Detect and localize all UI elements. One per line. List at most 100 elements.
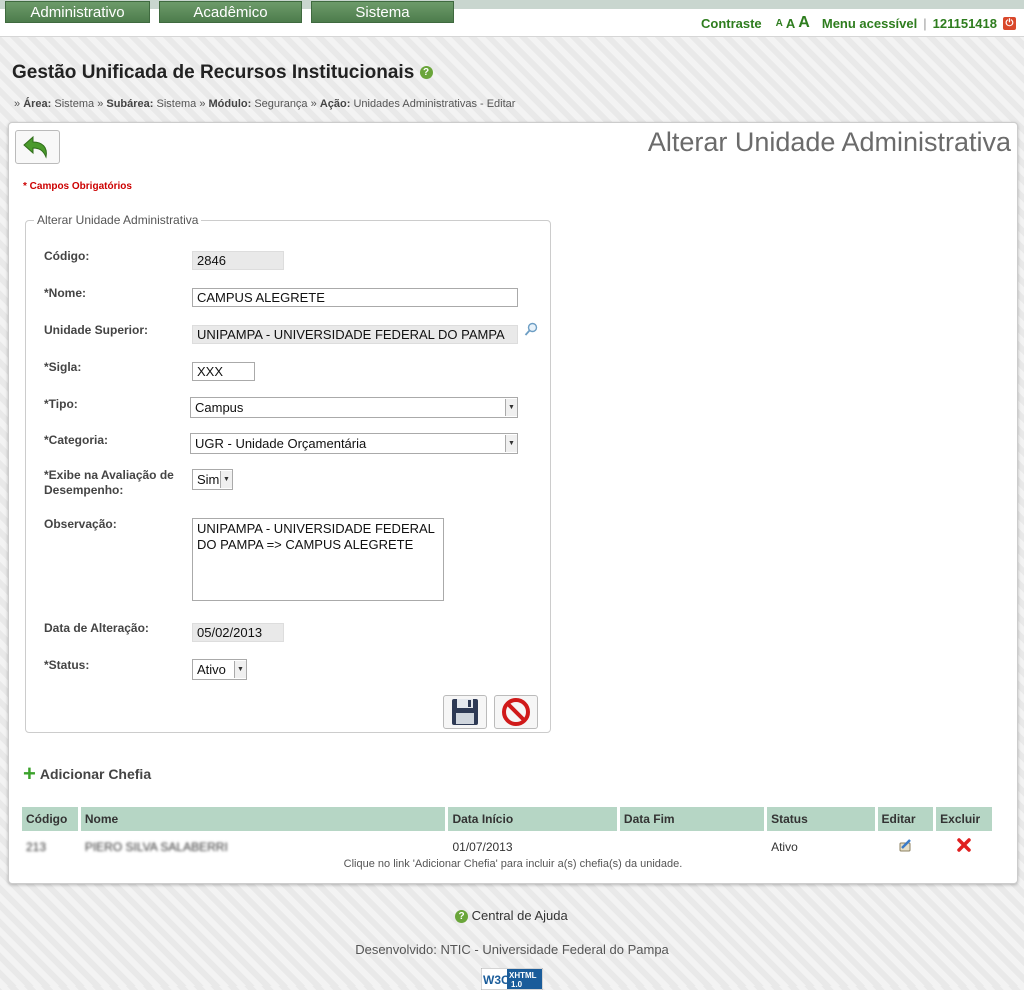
chevron-down-icon: ▼ [220,471,232,488]
col-editar: Editar [877,807,934,831]
w3c-xhtml-badge[interactable]: W3C XHTML 1.0 [481,968,543,990]
breadcrumb-area-label: Área: [23,98,52,110]
exibe-label-line2: Desempenho: [44,483,124,497]
breadcrumb: » Área: Sistema » Subárea: Sistema » Mód… [14,98,515,110]
tipo-label: *Tipo: [44,397,78,411]
col-data-inicio: Data Início [448,807,617,831]
codigo-field: 2846 [192,251,284,270]
badge-org: W3C [483,973,510,987]
chevron-down-icon: ▼ [505,399,517,416]
main-panel: Alterar Unidade Administrativa * Campos … [8,122,1018,884]
contrast-link[interactable]: Contraste [701,16,762,31]
chevron-down-icon: ▼ [234,661,246,678]
cell-data-inicio: 01/07/2013 [452,839,513,854]
breadcrumb-action: Unidades Administrativas - Editar [353,98,516,110]
save-disk-icon [452,699,478,725]
menu-tab-academico[interactable]: Acadêmico [159,1,302,23]
font-small-link[interactable]: A [776,18,783,29]
nome-label: *Nome: [44,286,87,300]
add-chefia-label: Adicionar Chefia [39,766,152,782]
cell-excluir [936,831,992,858]
developer-credit: Desenvolvido: NTIC - Universidade Federa… [355,942,669,957]
font-medium-link[interactable]: A [786,16,795,31]
col-nome: Nome [80,807,446,831]
cell-status: Ativo [771,839,798,854]
edit-unit-form: Alterar Unidade Administrativa Código: 2… [25,213,551,733]
unidade-superior-label: Unidade Superior: [44,323,149,337]
required-fields-note: * Campos Obrigatórios [23,181,132,192]
cancel-icon [502,698,530,726]
observacao-label: Observação: [44,517,117,531]
exibe-select[interactable]: Sim ▼ [192,469,233,490]
search-icon[interactable] [524,322,538,338]
breadcrumb-area: Sistema [54,98,95,110]
categoria-label: *Categoria: [44,433,109,447]
back-arrow-icon [23,135,47,159]
app-title: Gestão Unificada de Recursos Institucion… [12,62,433,84]
menu-tab-administrativo[interactable]: Administrativo [5,1,150,23]
top-bar: Administrativo Acadêmico Sistema Contras… [0,0,1024,37]
font-large-link[interactable]: A [798,14,810,32]
data-alteracao-field: 05/02/2013 [192,623,284,642]
exibe-label: *Exibe na Avaliação de Desempenho: [44,468,174,498]
tipo-select[interactable]: Campus ▼ [190,397,518,418]
categoria-select[interactable]: UGR - Unidade Orçamentária ▼ [190,433,518,454]
accessible-menu-link[interactable]: Menu acessível [822,16,917,31]
observacao-textarea[interactable]: UNIPAMPA - UNIVERSIDADE FEDERAL DO PAMPA… [192,518,444,601]
col-codigo: Código [22,807,78,831]
app-title-text: Gestão Unificada de Recursos Institucion… [12,62,415,83]
help-icon: ? [455,910,468,924]
exibe-label-line1: *Exibe na Avaliação de [44,468,174,482]
data-alteracao-label: Data de Alteração: [44,621,149,635]
col-excluir: Excluir [936,807,992,831]
save-button[interactable] [443,695,487,729]
plus-icon: + [23,761,36,786]
breadcrumb-subarea-label: Subárea: [106,98,154,110]
edit-icon[interactable] [897,837,913,853]
form-legend: Alterar Unidade Administrativa [37,213,199,227]
add-chefia-link[interactable]: + Adicionar Chefia [23,761,152,786]
breadcrumb-module: Segurança [254,98,308,110]
cell-editar [878,831,934,858]
chevron-down-icon: ▼ [505,435,517,452]
breadcrumb-sep: » [97,98,104,110]
status-label: *Status: [44,658,90,672]
breadcrumb-sep: » [199,98,206,110]
tipo-value: Campus [195,399,244,415]
categoria-value: UGR - Unidade Orçamentária [195,435,367,451]
table-row: 213 PIERO SILVA SALABERRI 01/07/2013 Ati… [22,831,992,858]
unidade-superior-field: UNIPAMPA - UNIVERSIDADE FEDERAL DO PAMPA [192,325,518,344]
cancel-button[interactable] [494,695,538,729]
breadcrumb-prefix: » [14,98,21,110]
cell-data-fim [620,831,764,858]
status-value: Ativo [197,661,226,677]
cell-nome: PIERO SILVA SALABERRI [84,839,228,854]
chefia-note: Clique no link 'Adicionar Chefia' para i… [343,858,683,870]
breadcrumb-action-label: Ação: [319,98,351,110]
delete-icon[interactable] [956,837,972,853]
table-header-row: Código Nome Data Início Data Fim Status … [22,807,992,831]
sigla-label: *Sigla: [44,360,82,374]
breadcrumb-module-label: Módulo: [208,98,252,110]
exibe-value: Sim [197,471,220,487]
help-center-label: Central de Ajuda [471,908,568,923]
status-select[interactable]: Ativo ▼ [192,659,247,680]
menu-tab-sistema[interactable]: Sistema [311,1,454,23]
col-data-fim: Data Fim [619,807,765,831]
col-status: Status [767,807,875,831]
cell-codigo: 213 [26,839,47,854]
codigo-label: Código: [44,249,90,263]
badge-version: 1.0 [511,980,523,989]
breadcrumb-subarea: Sistema [156,98,197,110]
sigla-input[interactable]: XXX [192,362,255,381]
badge-label: XHTML [509,971,537,980]
help-icon[interactable]: ? [419,66,433,80]
chefia-table: Código Nome Data Início Data Fim Status … [19,807,995,858]
help-center-link[interactable]: ? Central de Ajuda [455,908,568,924]
accessibility-bar: Contraste A A A Menu acessível | 1211514… [701,13,1016,33]
user-id: 121151418 [932,15,997,31]
power-icon[interactable]: ⏻ [1003,16,1016,30]
nome-input[interactable]: CAMPUS ALEGRETE [192,288,518,307]
page-heading: Alterar Unidade Administrativa [647,127,1011,157]
back-button[interactable] [15,130,60,164]
